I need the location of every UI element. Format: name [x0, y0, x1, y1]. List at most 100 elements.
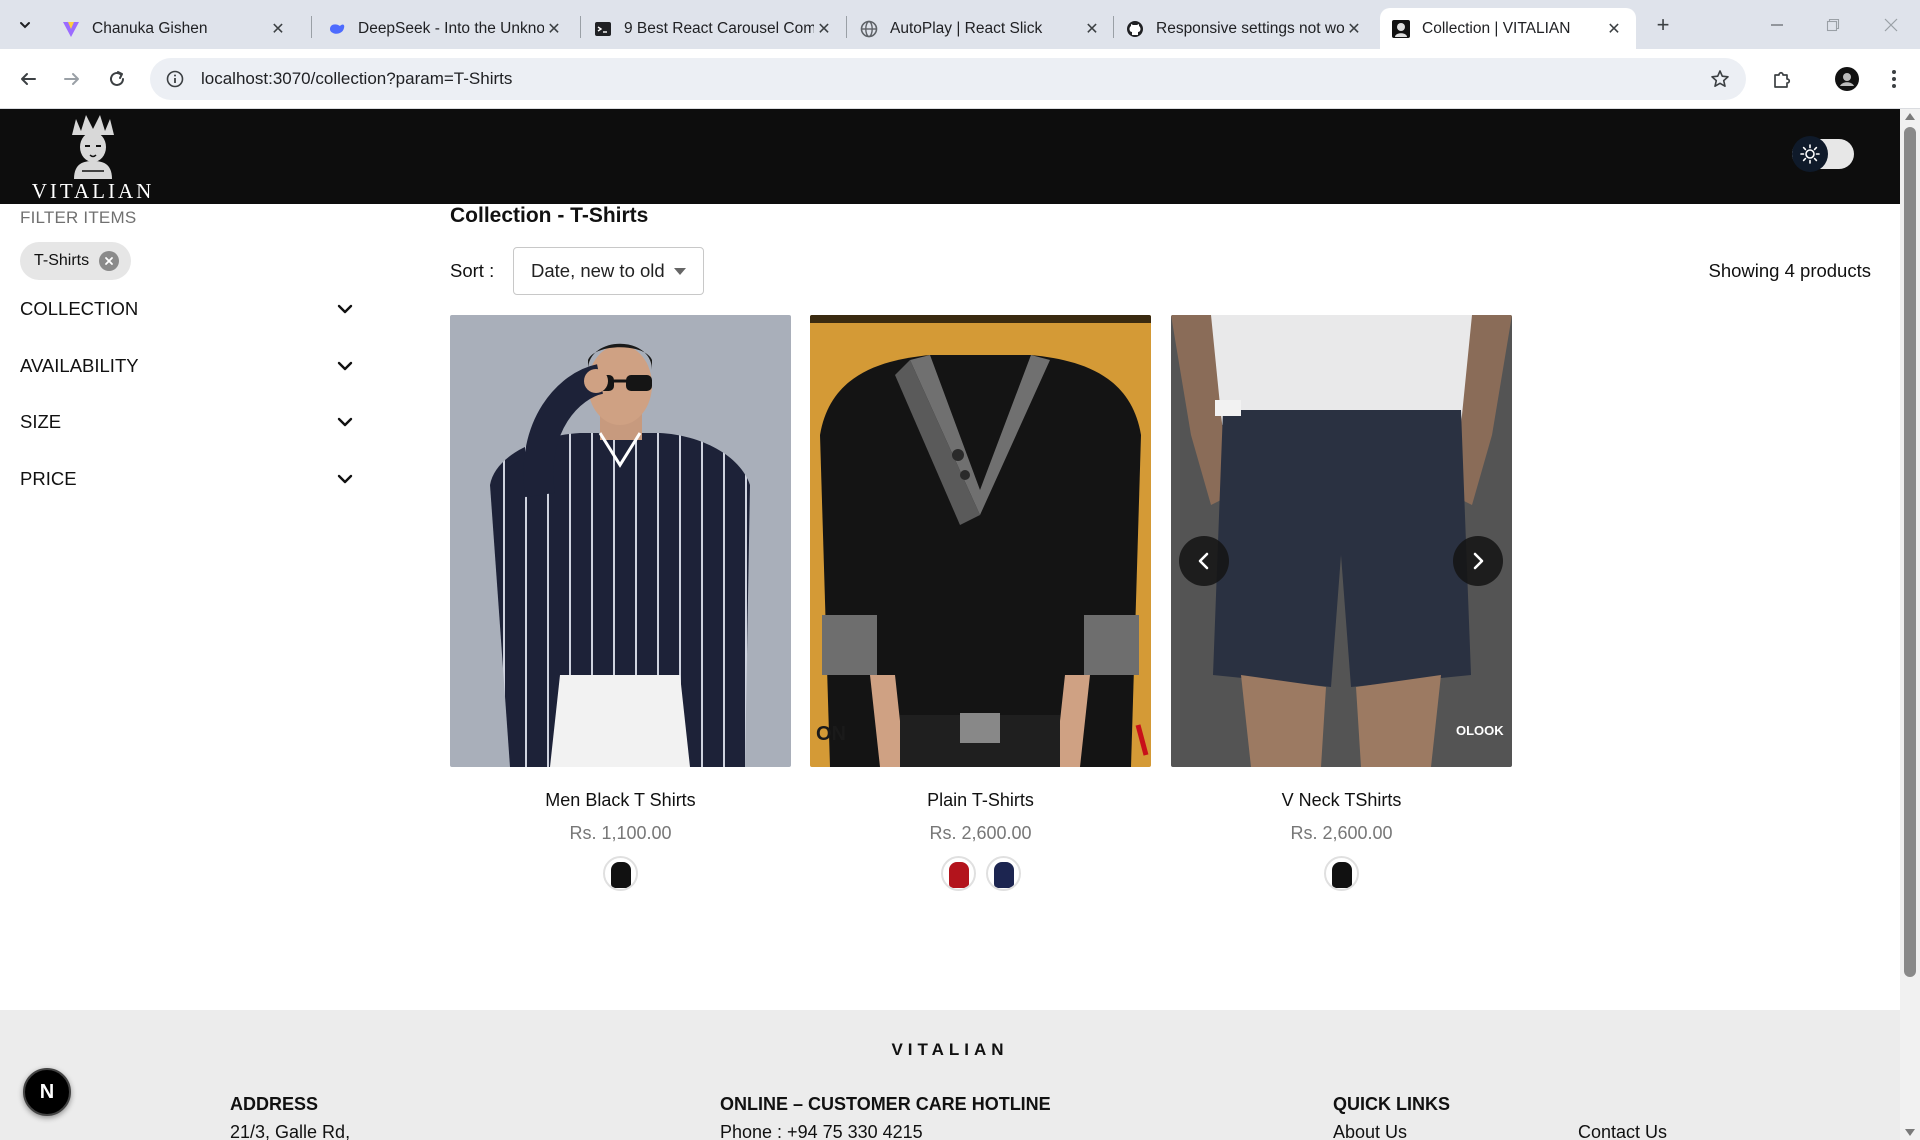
- tab-github-issue[interactable]: Responsive settings not working ✕: [1114, 8, 1376, 49]
- product-card[interactable]: OLOOK V Neck TShirts Rs. 2,600.00: [1171, 315, 1512, 891]
- footer-brand: VITALIAN: [891, 1040, 1009, 1059]
- site-footer: VITALIAN ADDRESS 21/3, Galle Rd, ONLINE …: [0, 1010, 1900, 1140]
- url-text: localhost:3070/collection?param=T-Shirts: [201, 69, 513, 88]
- chevron-left-icon: [1198, 552, 1209, 570]
- theme-toggle[interactable]: [1792, 136, 1854, 172]
- browser-menu-button[interactable]: [1880, 65, 1908, 93]
- active-filter-label: T-Shirts: [34, 252, 90, 269]
- color-swatch[interactable]: [1324, 856, 1359, 891]
- color-swatches: [1171, 856, 1512, 891]
- sort-label: Sort :: [450, 260, 495, 281]
- product-photo-striped-shirt: [450, 315, 791, 767]
- footer-address-title: ADDRESS: [230, 1094, 319, 1114]
- address-bar[interactable]: localhost:3070/collection?param=T-Shirts: [150, 58, 1746, 100]
- forward-button[interactable]: [58, 65, 86, 93]
- site-logo[interactable]: VITALIAN: [30, 113, 156, 203]
- facet-size[interactable]: SIZE: [20, 407, 356, 437]
- kebab-menu-icon: [1892, 70, 1896, 88]
- minimize-button[interactable]: [1748, 0, 1806, 49]
- vite-icon: [62, 20, 80, 38]
- product-image[interactable]: [450, 315, 791, 767]
- product-price: Rs. 2,600.00: [1290, 823, 1393, 843]
- browser-toolbar: localhost:3070/collection?param=T-Shirts: [0, 49, 1920, 109]
- close-icon[interactable]: ✕: [1604, 19, 1624, 39]
- footer-link-contact[interactable]: Contact Us: [1578, 1122, 1667, 1140]
- tab-chanuka-gishen[interactable]: Chanuka Gishen ✕: [50, 8, 300, 49]
- color-swatch[interactable]: [603, 856, 638, 891]
- page-title: Collection - T-Shirts: [450, 204, 649, 227]
- nextjs-dev-badge[interactable]: N: [23, 1068, 71, 1116]
- facet-availability[interactable]: AVAILABILITY: [20, 351, 356, 381]
- svg-text:OLOOK: OLOOK: [1456, 723, 1504, 738]
- tab-title: Responsive settings not working: [1156, 19, 1344, 37]
- color-swatch[interactable]: [940, 856, 976, 891]
- tab-search-button[interactable]: [12, 12, 38, 38]
- close-icon[interactable]: ✕: [544, 19, 564, 39]
- close-icon[interactable]: ✕: [814, 19, 834, 39]
- scroll-up-arrow-icon[interactable]: [1905, 113, 1915, 120]
- chevron-down-icon: [334, 411, 356, 433]
- profile-avatar[interactable]: [1833, 65, 1861, 93]
- facet-label: AVAILABILITY: [20, 355, 139, 376]
- close-icon: [1884, 18, 1898, 31]
- product-image[interactable]: ON: [810, 315, 1151, 767]
- product-photo-shawl-collar-tee: ON: [810, 315, 1151, 767]
- bookmark-star-icon[interactable]: [1708, 67, 1732, 91]
- tab-title: Chanuka Gishen: [92, 19, 208, 37]
- tab-deepseek[interactable]: DeepSeek - Into the Unknown ✕: [316, 8, 576, 49]
- site-info-icon[interactable]: [163, 67, 187, 91]
- back-button[interactable]: [14, 65, 42, 93]
- close-icon[interactable]: ✕: [1082, 19, 1102, 39]
- tab-title: Collection | VITALIAN: [1422, 19, 1571, 37]
- scroll-down-arrow-icon[interactable]: [1905, 1129, 1915, 1136]
- new-tab-button[interactable]: +: [1650, 12, 1676, 38]
- active-filter-chip[interactable]: T-Shirts: [20, 242, 132, 280]
- chevron-down-icon: [334, 298, 356, 320]
- sort-select-value: Date, new to old: [531, 260, 665, 281]
- forward-arrow-icon: [64, 73, 79, 85]
- page-scrollbar[interactable]: [1900, 109, 1920, 1140]
- close-icon[interactable]: ✕: [268, 19, 288, 39]
- facet-collection[interactable]: COLLECTION: [20, 294, 356, 324]
- footer-link-about[interactable]: About Us: [1333, 1122, 1407, 1140]
- facet-label: SIZE: [20, 411, 62, 432]
- footer-hotline-title: ONLINE – CUSTOMER CARE HOTLINE: [720, 1094, 1051, 1114]
- product-name[interactable]: Plain T-Shirts: [810, 790, 1151, 811]
- color-swatch[interactable]: [985, 856, 1021, 891]
- restore-button[interactable]: [1804, 0, 1862, 49]
- puzzle-icon: [1774, 71, 1791, 88]
- close-window-button[interactable]: [1862, 0, 1920, 49]
- facet-label: COLLECTION: [20, 298, 139, 319]
- product-card[interactable]: ON Plain T-Shirts Rs. 2,600.00: [810, 315, 1151, 891]
- tab-separator: [846, 16, 847, 38]
- reload-button[interactable]: [103, 65, 131, 93]
- tab-react-slick[interactable]: AutoPlay | React Slick ✕: [848, 8, 1114, 49]
- tab-collection-vitalian[interactable]: Collection | VITALIAN ✕: [1380, 8, 1636, 49]
- tab-title: 9 Best React Carousel Components: [624, 19, 814, 37]
- product-name[interactable]: Men Black T Shirts: [450, 790, 791, 811]
- chevron-down-icon: [334, 468, 356, 490]
- restore-icon: [1826, 18, 1840, 31]
- product-card[interactable]: Men Black T Shirts Rs. 1,100.00: [450, 315, 791, 891]
- product-price: Rs. 1,100.00: [569, 823, 672, 843]
- extensions-button[interactable]: [1768, 65, 1796, 93]
- carousel-prev-button[interactable]: [1179, 536, 1229, 586]
- warrior-emblem-icon: [72, 115, 114, 179]
- chevron-right-icon: [1473, 552, 1484, 570]
- product-count: Showing 4 products: [1708, 260, 1872, 281]
- sort-select[interactable]: Date, new to old: [513, 247, 704, 295]
- vitalian-icon: [1392, 19, 1410, 38]
- filter-heading: FILTER ITEMS: [20, 208, 137, 227]
- carousel-next-button[interactable]: [1453, 536, 1503, 586]
- avatar-icon: [1835, 67, 1859, 91]
- minimize-icon: [1771, 23, 1783, 26]
- facet-label: PRICE: [20, 468, 77, 489]
- product-image[interactable]: OLOOK: [1171, 315, 1512, 767]
- scroll-thumb[interactable]: [1904, 127, 1916, 977]
- product-name[interactable]: V Neck TShirts: [1171, 790, 1512, 811]
- facet-price[interactable]: PRICE: [20, 464, 356, 494]
- tab-react-carousel[interactable]: 9 Best React Carousel Components ✕: [582, 8, 846, 49]
- close-icon[interactable]: ✕: [1344, 19, 1364, 39]
- plus-icon: +: [1656, 12, 1670, 37]
- remove-filter-icon[interactable]: [99, 251, 120, 271]
